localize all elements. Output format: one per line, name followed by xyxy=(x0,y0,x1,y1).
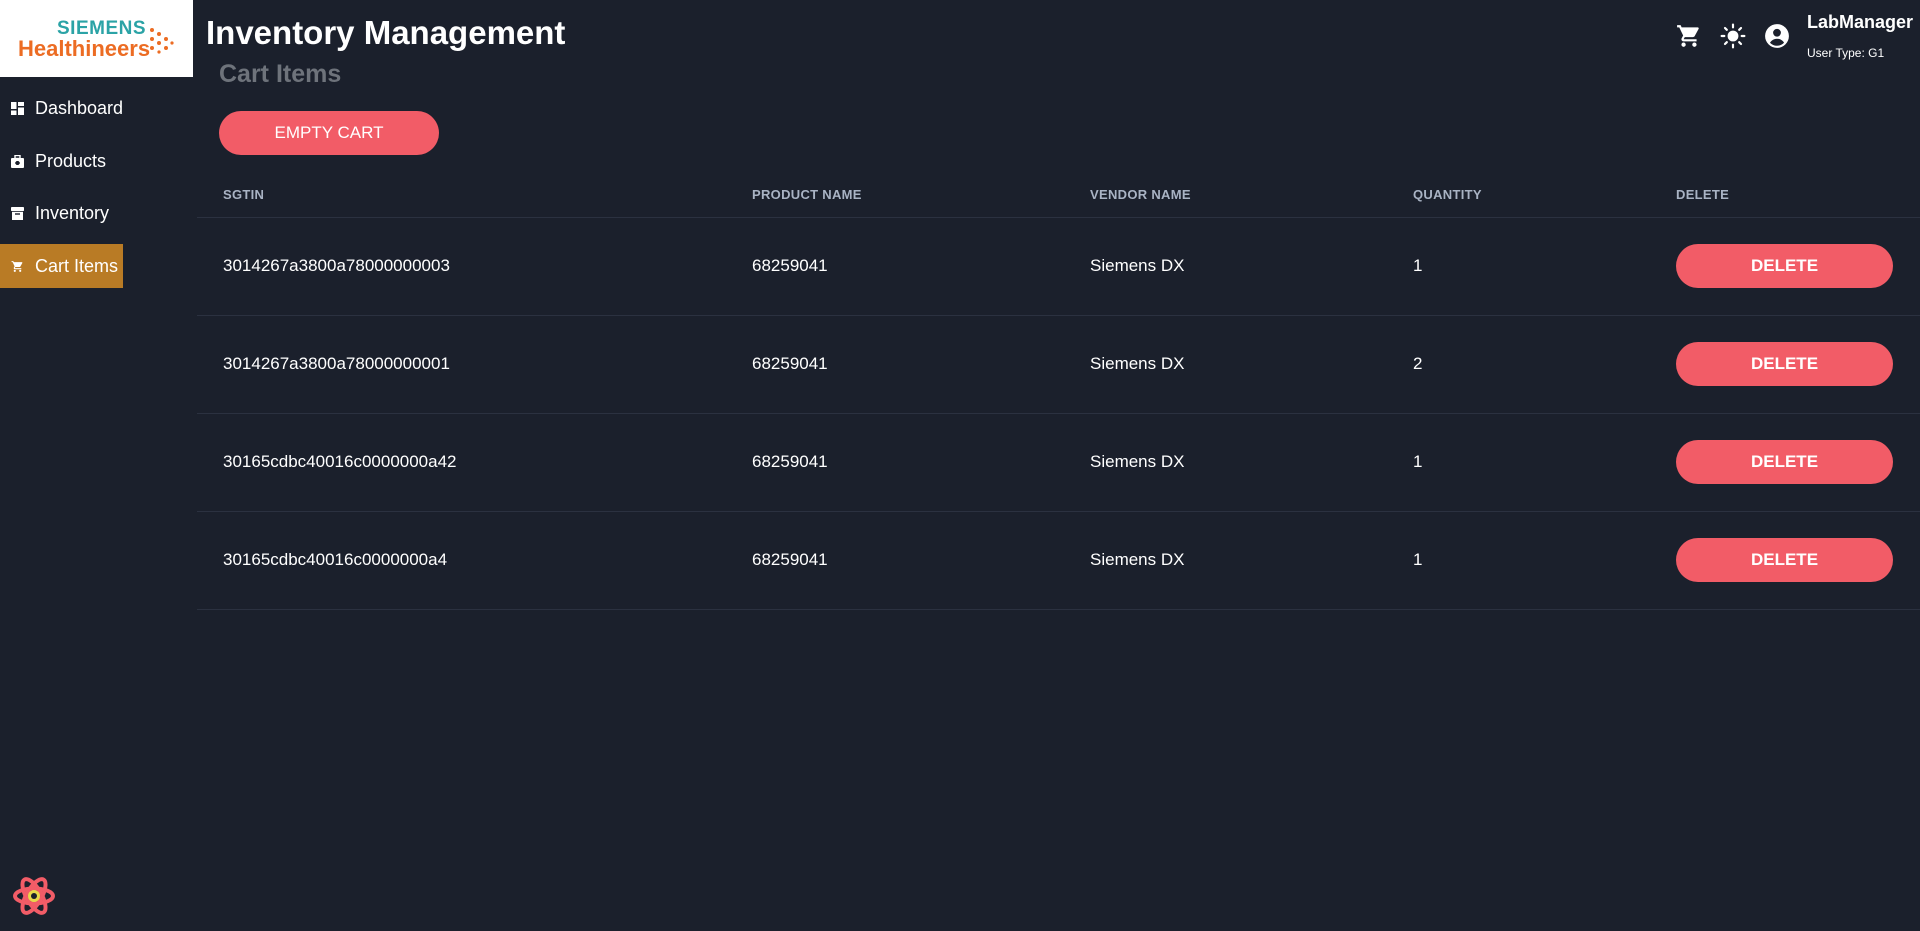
cell-product-name: 68259041 xyxy=(752,550,828,569)
sidebar-item-dashboard[interactable]: Dashboard xyxy=(0,86,123,130)
react-logo-icon xyxy=(13,877,55,915)
siemens-healthineers-logo: SIEMENS Healthineers xyxy=(0,0,193,77)
section-title: Cart Items xyxy=(219,60,342,88)
table-header: SGTIN PRODUCT NAME VENDOR NAME QUANTITY … xyxy=(197,176,1920,218)
account-icon[interactable] xyxy=(1764,23,1790,49)
cell-sgtin: 3014267a3800a78000000001 xyxy=(223,354,450,373)
cell-sgtin: 30165cdbc40016c0000000a4 xyxy=(223,550,448,569)
empty-cart-button[interactable]: EMPTY CART xyxy=(219,111,439,155)
table-row: 3014267a3800a78000000001 68259041 Siemen… xyxy=(197,316,1920,414)
page-title: Inventory Management xyxy=(206,14,566,51)
briefcase-icon xyxy=(11,154,24,168)
sidebar-item-label: Cart Items xyxy=(35,255,119,276)
cell-product-name: 68259041 xyxy=(752,452,828,471)
sidebar-item-inventory[interactable]: Inventory xyxy=(0,191,123,235)
cell-product-name: 68259041 xyxy=(752,354,828,373)
column-header-vendor-name: VENDOR NAME xyxy=(1090,187,1191,202)
cart-table: SGTIN PRODUCT NAME VENDOR NAME QUANTITY … xyxy=(197,176,1920,610)
cell-quantity: 1 xyxy=(1413,550,1423,569)
sidebar-item-products[interactable]: Products xyxy=(0,139,123,183)
cell-sgtin: 30165cdbc40016c0000000a42 xyxy=(223,452,457,471)
delete-button[interactable]: DELETE xyxy=(1676,538,1893,582)
sidebar: SIEMENS Healthineers Dashboard Products … xyxy=(0,0,193,931)
delete-button[interactable]: DELETE xyxy=(1676,244,1893,288)
cart-icon[interactable] xyxy=(1676,23,1702,49)
table-row: 30165cdbc40016c0000000a42 68259041 Sieme… xyxy=(197,414,1920,512)
delete-button[interactable]: DELETE xyxy=(1676,440,1893,484)
column-header-delete: DELETE xyxy=(1676,187,1730,202)
dashboard-icon xyxy=(11,101,24,115)
cell-vendor-name: Siemens DX xyxy=(1090,354,1185,373)
logo-dots-icon xyxy=(150,28,174,54)
cell-vendor-name: Siemens DX xyxy=(1090,452,1185,471)
cell-quantity: 2 xyxy=(1413,354,1423,373)
user-name: LabManager xyxy=(1807,12,1914,32)
cart-icon xyxy=(11,260,24,273)
cell-vendor-name: Siemens DX xyxy=(1090,550,1185,569)
cell-sgtin: 3014267a3800a78000000003 xyxy=(223,256,450,275)
user-type: User Type: G1 xyxy=(1807,46,1885,60)
brightness-icon[interactable] xyxy=(1720,23,1746,49)
cell-product-name: 68259041 xyxy=(752,256,828,275)
sidebar-item-label: Dashboard xyxy=(35,97,124,118)
sidebar-item-label: Inventory xyxy=(35,202,110,223)
column-header-sgtin: SGTIN xyxy=(223,187,265,202)
table-row: 30165cdbc40016c0000000a4 68259041 Siemen… xyxy=(197,512,1920,610)
logo-healthineers-text: Healthineers xyxy=(18,36,151,61)
column-header-product-name: PRODUCT NAME xyxy=(752,187,862,202)
cell-vendor-name: Siemens DX xyxy=(1090,256,1185,275)
app-root: SIEMENS Healthineers Dashboard Products … xyxy=(0,0,1920,931)
column-header-quantity: QUANTITY xyxy=(1413,187,1482,202)
table-row: 3014267a3800a78000000003 68259041 Siemen… xyxy=(197,218,1920,316)
archive-icon xyxy=(11,206,24,220)
cell-quantity: 1 xyxy=(1413,256,1423,275)
sidebar-item-label: Products xyxy=(35,150,107,171)
cell-quantity: 1 xyxy=(1413,452,1423,471)
delete-button[interactable]: DELETE xyxy=(1676,342,1893,386)
sidebar-item-cart-items[interactable]: Cart Items xyxy=(0,244,123,288)
